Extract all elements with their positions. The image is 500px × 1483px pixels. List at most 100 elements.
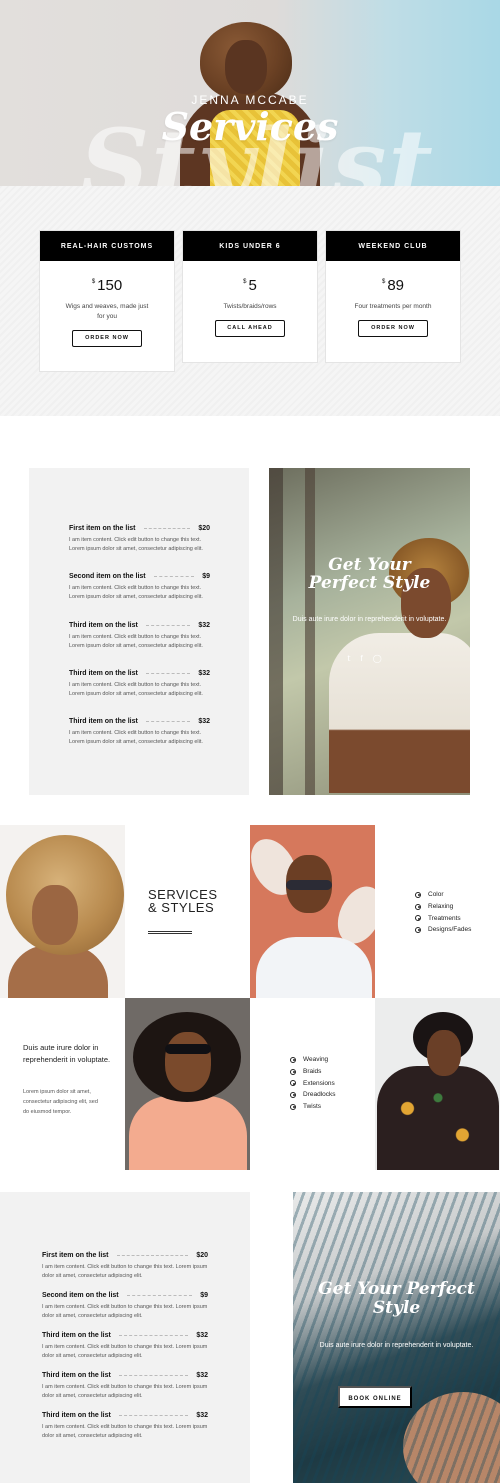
list-item: Braids xyxy=(290,1066,336,1078)
hero-banner: Stylist JENNA MCCABE Services xyxy=(0,0,500,186)
list-item-name: Third item on the list xyxy=(42,1332,111,1339)
promo-photo-card: Get Your Perfect Style Duis aute irure do… xyxy=(269,468,470,795)
services-list-tile: Color Relaxing Treatments Designs/Fades xyxy=(375,825,500,998)
bullet-icon xyxy=(290,1091,296,1098)
list-item-price: $32 xyxy=(198,718,210,725)
twitter-icon[interactable]: 𝗍 xyxy=(347,654,360,663)
list-item: Designs/Fades xyxy=(415,924,471,936)
gallery-photo-curly-blonde xyxy=(0,825,125,998)
promo-title: Get Your Perfect Style xyxy=(318,1279,475,1318)
styles-list-tile: Weaving Braids Extensions Dreadlocks Twi… xyxy=(250,998,375,1170)
list-item: Second item on the list $9 I am item cont… xyxy=(69,573,210,601)
pricing-card-real-hair: REAL-HAIR CUSTOMS $150 Wigs and weaves, … xyxy=(39,230,175,372)
intro-paragraph: Lorem ipsum dolor sit amet, consectetur … xyxy=(23,1089,98,1115)
pricing-card-price: $150 xyxy=(91,277,123,294)
bullet-icon xyxy=(415,915,421,922)
list-item-price: $9 xyxy=(202,573,210,580)
styles-list: Weaving Braids Extensions Dreadlocks Twi… xyxy=(290,1054,336,1112)
pricing-card-description: Four treatments per month xyxy=(354,303,432,310)
list-item-name: Third item on the list xyxy=(69,718,138,725)
promo-title: Get Your Perfect Style xyxy=(308,555,431,593)
list-item: Third item on the list $32 I am item cont… xyxy=(42,1372,208,1400)
facebook-icon[interactable]: f xyxy=(360,654,372,663)
services-list: Color Relaxing Treatments Designs/Fades xyxy=(415,889,471,936)
list-item-name: Third item on the list xyxy=(69,622,138,629)
list-item-text: I am item content. Click edit button to … xyxy=(69,730,203,745)
list-item: Twists xyxy=(290,1101,336,1113)
call-ahead-button[interactable]: CALL AHEAD xyxy=(215,320,285,337)
intro-text-tile: Duis aute irure dolor in reprehenderit i… xyxy=(0,998,125,1170)
gallery-photo-bantu-knots xyxy=(250,825,375,998)
list-item: Relaxing xyxy=(415,901,471,913)
list-item-text: I am item content. Click edit button to … xyxy=(42,1344,208,1359)
bobby-pin-icon xyxy=(148,931,192,934)
page-title: Services xyxy=(161,104,339,149)
list-item-price: $32 xyxy=(196,1412,208,1419)
promo-text: Duis aute irure dolor in reprehenderit i… xyxy=(319,1342,474,1349)
list-item: Third item on the list $32 I am item cont… xyxy=(69,622,210,650)
price-list-panel: First item on the list $20 I am item cont… xyxy=(29,468,249,795)
list-item-price: $9 xyxy=(200,1292,208,1299)
list-item: Third item on the list $32 I am item cont… xyxy=(42,1412,208,1440)
list-item: Second item on the list $9 I am item cont… xyxy=(42,1292,208,1320)
pricing-card-price: $5 xyxy=(243,277,257,294)
gallery-photo-sunglasses xyxy=(125,998,250,1170)
section-heading: SERVICES & STYLES xyxy=(148,887,218,915)
list-item-name: Second item on the list xyxy=(42,1292,119,1299)
bullet-icon xyxy=(415,903,421,910)
booking-promo-card: Get Your Perfect Style Duis aute irure do… xyxy=(293,1192,500,1483)
list-item: Third item on the list $32 I am item cont… xyxy=(69,670,210,698)
list-item-text: I am item content. Click edit button to … xyxy=(42,1384,208,1399)
list-item: Weaving xyxy=(290,1054,336,1066)
pricing-card-heading: REAL-HAIR CUSTOMS xyxy=(40,231,174,261)
instagram-icon[interactable]: ◯ xyxy=(373,654,392,663)
pricing-card-kids: KIDS UNDER 6 $5 Twists/braids/rows CALL … xyxy=(182,230,318,363)
services-heading-tile: SERVICES & STYLES xyxy=(125,825,250,998)
list-item-text: I am item content. Click edit button to … xyxy=(42,1304,208,1319)
list-item: First item on the list $20 I am item cont… xyxy=(42,1252,208,1280)
list-item-price: $32 xyxy=(198,622,210,629)
bullet-icon xyxy=(415,891,421,898)
list-item: Third item on the list $32 I am item cont… xyxy=(42,1332,208,1360)
list-item-text: I am item content. Click edit button to … xyxy=(69,634,203,649)
bullet-icon xyxy=(415,926,421,933)
list-item-name: Second item on the list xyxy=(69,573,146,580)
pricing-card-description: Wigs and weaves, made just for you xyxy=(65,303,149,320)
list-item-text: I am item content. Click edit button to … xyxy=(69,585,203,600)
list-item-price: $32 xyxy=(196,1332,208,1339)
order-now-button[interactable]: ORDER NOW xyxy=(72,330,142,347)
pricing-card-heading: KIDS UNDER 6 xyxy=(183,231,317,261)
pricing-card-price: $89 xyxy=(381,277,405,294)
list-item: Extensions xyxy=(290,1077,336,1089)
list-item: Dreadlocks xyxy=(290,1089,336,1101)
list-item-price: $32 xyxy=(196,1372,208,1379)
intro-heading: Duis aute irure dolor in reprehenderit i… xyxy=(23,1043,111,1064)
bullet-icon xyxy=(290,1103,296,1110)
social-links: 𝗍f◯ xyxy=(269,654,470,663)
gallery-photo-hoodie xyxy=(375,998,500,1170)
book-online-button[interactable]: BOOK ONLINE xyxy=(338,1386,412,1408)
list-item-text: I am item content. Click edit button to … xyxy=(42,1424,208,1439)
bullet-icon xyxy=(290,1056,296,1063)
pricing-card-description: Twists/braids/rows xyxy=(223,303,277,310)
list-item-name: First item on the list xyxy=(69,525,136,532)
price-list-panel: First item on the list $20 I am item cont… xyxy=(0,1192,250,1483)
list-item-text: I am item content. Click edit button to … xyxy=(42,1264,208,1279)
list-item-text: I am item content. Click edit button to … xyxy=(69,537,203,552)
order-now-button[interactable]: ORDER NOW xyxy=(358,320,428,337)
pricing-section: REAL-HAIR CUSTOMS $150 Wigs and weaves, … xyxy=(0,186,500,416)
pricing-card-weekend-club: WEEKEND CLUB $89 Four treatments per mon… xyxy=(325,230,461,363)
promo-text: Duis aute irure dolor in reprehenderit i… xyxy=(292,616,447,623)
bullet-icon xyxy=(290,1068,296,1075)
bullet-icon xyxy=(290,1080,296,1087)
list-item-name: First item on the list xyxy=(42,1252,109,1259)
list-item-name: Third item on the list xyxy=(69,670,138,677)
list-item: Color xyxy=(415,889,471,901)
list-item-price: $20 xyxy=(198,525,210,532)
pricing-card-heading: WEEKEND CLUB xyxy=(326,231,460,261)
list-item-name: Third item on the list xyxy=(42,1372,111,1379)
list-item: Treatments xyxy=(415,912,471,924)
list-item: First item on the list $20 I am item cont… xyxy=(69,525,210,553)
list-item-name: Third item on the list xyxy=(42,1412,111,1419)
list-item-price: $20 xyxy=(196,1252,208,1259)
